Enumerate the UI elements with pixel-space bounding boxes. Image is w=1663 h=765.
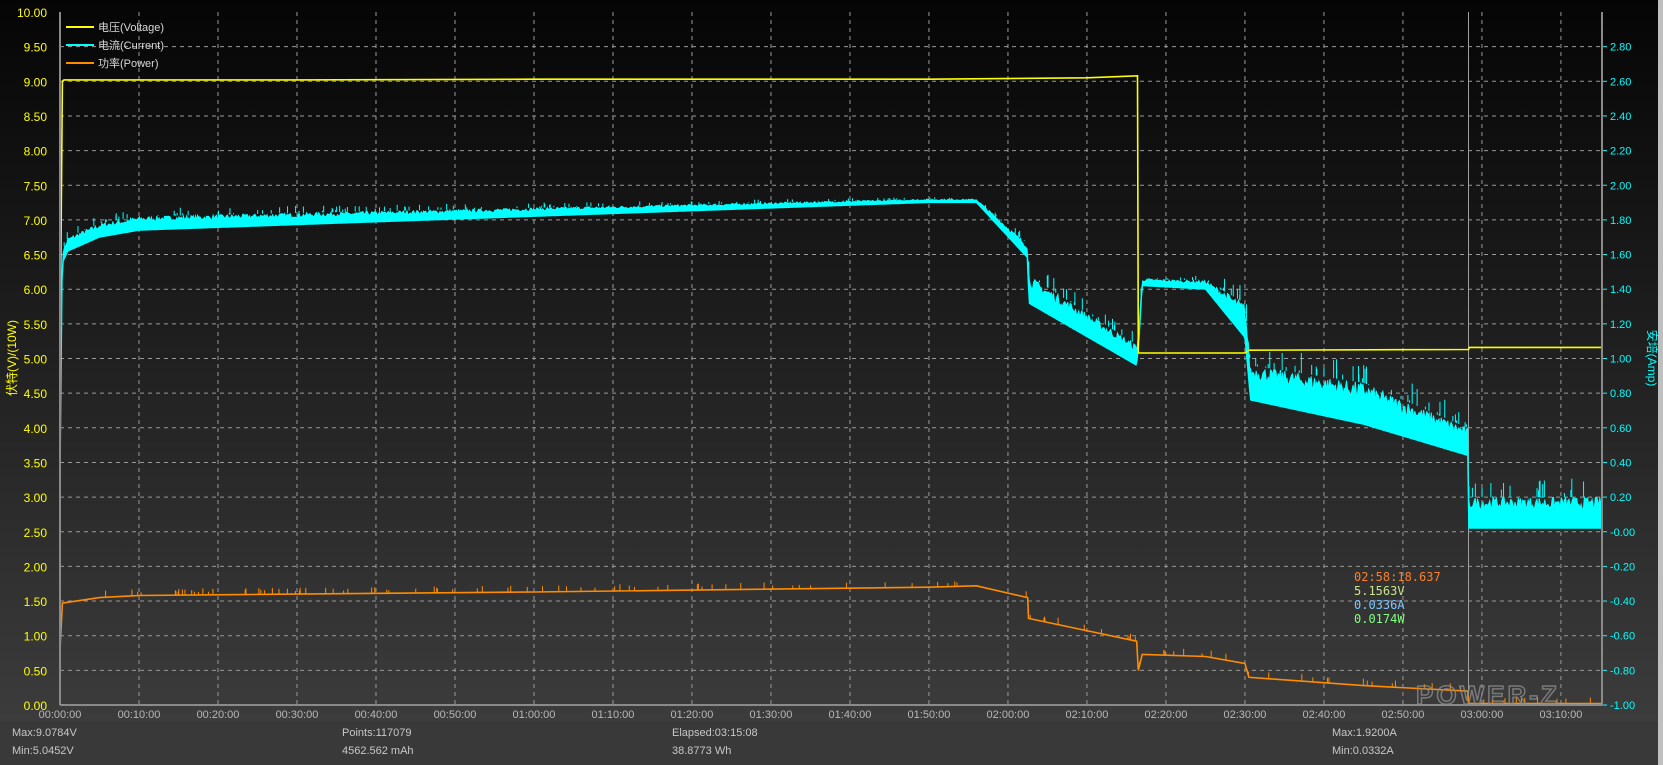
y-left-tick-label: 9.50 (24, 41, 48, 55)
y-right-tick-label: 2.80 (1610, 42, 1631, 54)
y-left-tick-label: 0.50 (24, 664, 48, 678)
y-left-tick-label: 4.00 (24, 422, 48, 436)
y-right-tick-label: 1.60 (1610, 250, 1631, 262)
y-right-tick-label: 0.20 (1610, 492, 1631, 504)
x-tick-label: 00:40:00 (355, 709, 398, 721)
y-right-tick-label: -0.40 (1610, 596, 1635, 608)
y-left-tick-label: 6.00 (24, 283, 48, 297)
y-left-tick-label: 6.50 (24, 249, 48, 263)
x-tick-label: 01:10:00 (592, 709, 635, 721)
points-count: Points:117079 (342, 727, 412, 739)
y-left-tick-label: 7.50 (24, 179, 48, 193)
y-right-tick-label: -0.60 (1610, 631, 1635, 643)
x-tick-label: 02:30:00 (1224, 709, 1267, 721)
y-left-tick-label: 3.50 (24, 456, 48, 470)
y-left-tick-label: 2.50 (24, 526, 48, 540)
x-tick-label: 00:30:00 (276, 709, 319, 721)
y-right-tick-label: 2.60 (1610, 76, 1631, 88)
y-left-tick-label: 10.00 (17, 6, 47, 20)
y-right-tick-label: -0.00 (1610, 527, 1635, 539)
y-left-tick-label: 4.50 (24, 387, 48, 401)
y-left-tick-label: 1.00 (24, 630, 48, 644)
y-right-tick-label: -0.20 (1610, 561, 1635, 573)
y-left-tick-label: 2.00 (24, 560, 48, 574)
x-tick-label: 02:20:00 (1145, 709, 1188, 721)
power-z-logo: POWER-Z (1415, 679, 1560, 711)
y-left-tick-label: 5.50 (24, 318, 48, 332)
cursor-power: 0.0174W (1354, 612, 1405, 626)
x-tick-label: 02:40:00 (1303, 709, 1346, 721)
y-right-tick-label: 2.40 (1610, 111, 1631, 123)
y-left-tick-label: 9.00 (24, 75, 48, 89)
x-tick-label: 00:50:00 (434, 709, 477, 721)
y-right-tick-label: 2.00 (1610, 180, 1631, 192)
legend-label: 电流(Current) (98, 40, 165, 52)
cursor-readout: 02:58:18.637 5.1563V 0.0336A 0.0174W (1354, 570, 1441, 626)
y-left-tick-label: 8.50 (24, 110, 48, 124)
y-right-tick-label: -1.00 (1610, 700, 1635, 712)
x-tick-label: 00:20:00 (197, 709, 240, 721)
x-tick-label: 01:40:00 (829, 709, 872, 721)
legend-label: 功率(Power) (98, 58, 159, 70)
y-right-tick-label: 2.20 (1610, 146, 1631, 158)
cursor-current: 0.0336A (1354, 598, 1405, 612)
x-tick-label: 00:00:00 (39, 709, 82, 721)
x-tick-label: 01:00:00 (513, 709, 556, 721)
current-min: Min:0.0332A (1332, 745, 1394, 757)
energy-wh: 38.8773 Wh (672, 745, 732, 757)
y-left-tick-label: 7.00 (24, 214, 48, 228)
cursor-time: 02:58:18.637 (1354, 570, 1441, 584)
voltage-max: Max:9.0784V (12, 727, 77, 739)
voltage-min: Min:5.0452V (12, 745, 74, 757)
current-max: Max:1.9200A (1332, 727, 1397, 739)
x-tick-label: 02:00:00 (987, 709, 1030, 721)
x-tick-label: 01:50:00 (908, 709, 951, 721)
y-right-tick-label: 1.80 (1610, 215, 1631, 227)
legend-power: 功率(Power) (66, 54, 164, 72)
x-tick-label: 02:10:00 (1066, 709, 1109, 721)
y-right-tick-label: 0.60 (1610, 423, 1631, 435)
legend: 电压(Voltage) 电流(Current) 功率(Power) (66, 18, 164, 72)
x-tick-label: 00:10:00 (118, 709, 161, 721)
y-left-tick-label: 8.00 (24, 145, 48, 159)
y-left-label: 伏特(V)/(10W) (4, 320, 19, 396)
legend-current: 电流(Current) (66, 36, 164, 54)
legend-swatch (66, 44, 94, 46)
y-left-tick-label: 1.50 (24, 595, 48, 609)
y-right-tick-label: 1.40 (1610, 284, 1631, 296)
elapsed-time: Elapsed:03:15:08 (672, 727, 758, 739)
cursor-voltage: 5.1563V (1354, 584, 1405, 598)
legend-swatch (66, 26, 94, 28)
y-right-tick-label: -0.80 (1610, 665, 1635, 677)
y-left-tick-label: 3.00 (24, 491, 48, 505)
y-left-tick-label: 5.00 (24, 353, 48, 367)
y-right-tick-label: 1.00 (1610, 354, 1631, 366)
legend-swatch (66, 62, 94, 64)
x-tick-label: 01:20:00 (671, 709, 714, 721)
y-right-tick-label: 0.80 (1610, 388, 1631, 400)
y-right-tick-label: 1.20 (1610, 319, 1631, 331)
y-right-tick-label: 0.40 (1610, 457, 1631, 469)
window-border (1658, 0, 1663, 765)
legend-voltage: 电压(Voltage) (66, 18, 164, 36)
stats-bar: Max:9.0784V Min:5.0452V Points:117079 45… (0, 722, 1658, 765)
capacity-mah: 4562.562 mAh (342, 745, 414, 757)
x-tick-label: 01:30:00 (750, 709, 793, 721)
legend-label: 电压(Voltage) (98, 22, 165, 34)
